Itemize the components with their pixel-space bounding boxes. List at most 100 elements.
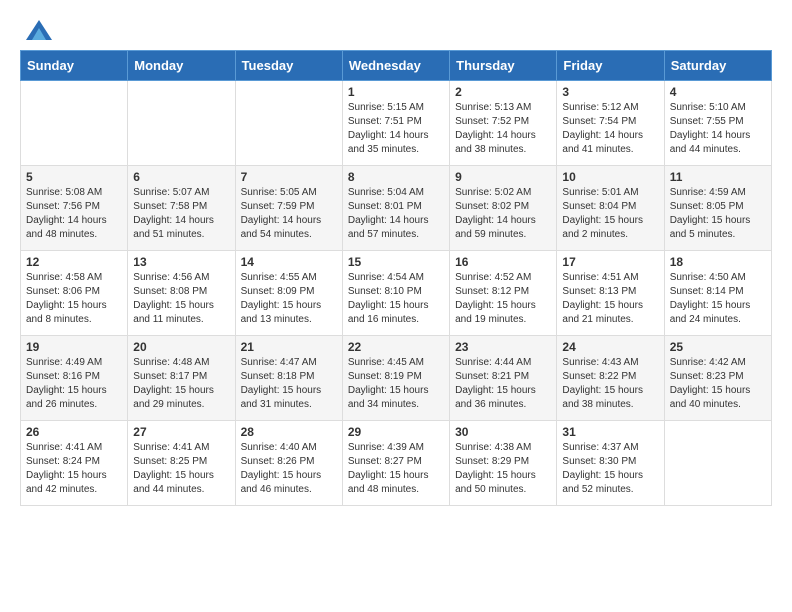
calendar-cell: 15 Sunrise: 4:54 AM Sunset: 8:10 PM Dayli… xyxy=(342,250,449,335)
calendar-cell: 2Sunrise: 5:13 AM Sunset: 7:52 PM Daylig… xyxy=(450,80,557,165)
day-info: Sunrise: 5:02 AM Sunset: 8:02 PM Dayligh… xyxy=(455,186,551,242)
day-info: Sunrise: 4:48 AM Sunset: 8:17 PM Dayligh… xyxy=(133,356,229,412)
calendar-cell: 6 Sunrise: 5:07 AM Sunset: 7:58 PM Daylig… xyxy=(128,165,235,250)
day-number: 27 xyxy=(133,425,229,439)
calendar-cell: 16 Sunrise: 4:52 AM Sunset: 8:12 PM Dayli… xyxy=(450,250,557,335)
day-info: Sunrise: 4:44 AM Sunset: 8:21 PM Dayligh… xyxy=(455,356,551,412)
calendar-week-row: 1 Sunrise: 5:15 AM Sunset: 7:51 PM Daylig… xyxy=(21,80,772,165)
day-number: 17 xyxy=(562,255,658,269)
calendar-cell: 14 Sunrise: 4:55 AM Sunset: 8:09 PM Dayli… xyxy=(235,250,342,335)
day-info: Sunrise: 4:39 AM Sunset: 8:27 PM Dayligh… xyxy=(348,441,444,497)
day-number: 15 xyxy=(348,255,444,269)
calendar-day-header: Monday xyxy=(128,50,235,80)
calendar-header-row: SundayMondayTuesdayWednesdayThursdayFrid… xyxy=(21,50,772,80)
day-number: 13 xyxy=(133,255,229,269)
day-number: 5 xyxy=(26,170,122,184)
day-number: 30 xyxy=(455,425,551,439)
day-info: Sunrise: 4:42 AM Sunset: 8:23 PM Dayligh… xyxy=(670,356,766,412)
day-info: Sunrise: 4:45 AM Sunset: 8:19 PM Dayligh… xyxy=(348,356,444,412)
calendar-week-row: 12 Sunrise: 4:58 AM Sunset: 8:06 PM Dayli… xyxy=(21,250,772,335)
day-info: Sunrise: 4:56 AM Sunset: 8:08 PM Dayligh… xyxy=(133,271,229,327)
calendar-cell xyxy=(235,80,342,165)
day-info: Sunrise: 4:58 AM Sunset: 8:06 PM Dayligh… xyxy=(26,271,122,327)
day-number: 20 xyxy=(133,340,229,354)
calendar-cell: 25 Sunrise: 4:42 AM Sunset: 8:23 PM Dayli… xyxy=(664,335,771,420)
calendar-cell: 28Sunrise: 4:40 AM Sunset: 8:26 PM Dayli… xyxy=(235,420,342,505)
calendar-wrapper: SundayMondayTuesdayWednesdayThursdayFrid… xyxy=(0,50,792,516)
day-info: Sunrise: 4:49 AM Sunset: 8:16 PM Dayligh… xyxy=(26,356,122,412)
calendar-cell: 30 Sunrise: 4:38 AM Sunset: 8:29 PM Dayli… xyxy=(450,420,557,505)
day-info: Sunrise: 4:54 AM Sunset: 8:10 PM Dayligh… xyxy=(348,271,444,327)
calendar-day-header: Tuesday xyxy=(235,50,342,80)
day-number: 23 xyxy=(455,340,551,354)
day-info: Sunrise: 4:40 AM Sunset: 8:26 PM Dayligh… xyxy=(241,441,337,497)
page-header xyxy=(0,0,792,50)
calendar-cell: 7Sunrise: 5:05 AM Sunset: 7:59 PM Daylig… xyxy=(235,165,342,250)
day-info: Sunrise: 5:04 AM Sunset: 8:01 PM Dayligh… xyxy=(348,186,444,242)
day-number: 18 xyxy=(670,255,766,269)
calendar-day-header: Wednesday xyxy=(342,50,449,80)
calendar-cell xyxy=(21,80,128,165)
calendar-cell: 23 Sunrise: 4:44 AM Sunset: 8:21 PM Dayli… xyxy=(450,335,557,420)
day-number: 16 xyxy=(455,255,551,269)
day-number: 1 xyxy=(348,85,444,99)
day-number: 8 xyxy=(348,170,444,184)
day-info: Sunrise: 4:55 AM Sunset: 8:09 PM Dayligh… xyxy=(241,271,337,327)
calendar-cell: 29Sunrise: 4:39 AM Sunset: 8:27 PM Dayli… xyxy=(342,420,449,505)
day-info: Sunrise: 5:08 AM Sunset: 7:56 PM Dayligh… xyxy=(26,186,122,242)
calendar-day-header: Thursday xyxy=(450,50,557,80)
calendar-cell: 1 Sunrise: 5:15 AM Sunset: 7:51 PM Daylig… xyxy=(342,80,449,165)
day-info: Sunrise: 5:01 AM Sunset: 8:04 PM Dayligh… xyxy=(562,186,658,242)
day-info: Sunrise: 5:07 AM Sunset: 7:58 PM Dayligh… xyxy=(133,186,229,242)
day-number: 31 xyxy=(562,425,658,439)
calendar-cell xyxy=(128,80,235,165)
day-info: Sunrise: 4:37 AM Sunset: 8:30 PM Dayligh… xyxy=(562,441,658,497)
calendar-cell xyxy=(664,420,771,505)
day-number: 3 xyxy=(562,85,658,99)
calendar-cell: 24 Sunrise: 4:43 AM Sunset: 8:22 PM Dayli… xyxy=(557,335,664,420)
calendar-cell: 8 Sunrise: 5:04 AM Sunset: 8:01 PM Daylig… xyxy=(342,165,449,250)
calendar-cell: 4 Sunrise: 5:10 AM Sunset: 7:55 PM Daylig… xyxy=(664,80,771,165)
day-info: Sunrise: 4:50 AM Sunset: 8:14 PM Dayligh… xyxy=(670,271,766,327)
calendar-cell: 26Sunrise: 4:41 AM Sunset: 8:24 PM Dayli… xyxy=(21,420,128,505)
calendar-cell: 17 Sunrise: 4:51 AM Sunset: 8:13 PM Dayli… xyxy=(557,250,664,335)
calendar-cell: 3Sunrise: 5:12 AM Sunset: 7:54 PM Daylig… xyxy=(557,80,664,165)
day-info: Sunrise: 5:15 AM Sunset: 7:51 PM Dayligh… xyxy=(348,101,444,157)
calendar-week-row: 19 Sunrise: 4:49 AM Sunset: 8:16 PM Dayli… xyxy=(21,335,772,420)
day-info: Sunrise: 4:52 AM Sunset: 8:12 PM Dayligh… xyxy=(455,271,551,327)
day-number: 12 xyxy=(26,255,122,269)
calendar-table: SundayMondayTuesdayWednesdayThursdayFrid… xyxy=(20,50,772,506)
day-number: 19 xyxy=(26,340,122,354)
day-number: 24 xyxy=(562,340,658,354)
calendar-cell: 20 Sunrise: 4:48 AM Sunset: 8:17 PM Dayli… xyxy=(128,335,235,420)
day-number: 6 xyxy=(133,170,229,184)
calendar-cell: 18 Sunrise: 4:50 AM Sunset: 8:14 PM Dayli… xyxy=(664,250,771,335)
day-info: Sunrise: 4:41 AM Sunset: 8:25 PM Dayligh… xyxy=(133,441,229,497)
day-number: 25 xyxy=(670,340,766,354)
day-number: 21 xyxy=(241,340,337,354)
calendar-day-header: Friday xyxy=(557,50,664,80)
calendar-day-header: Sunday xyxy=(21,50,128,80)
calendar-week-row: 26Sunrise: 4:41 AM Sunset: 8:24 PM Dayli… xyxy=(21,420,772,505)
day-info: Sunrise: 5:10 AM Sunset: 7:55 PM Dayligh… xyxy=(670,101,766,157)
calendar-cell: 31 Sunrise: 4:37 AM Sunset: 8:30 PM Dayli… xyxy=(557,420,664,505)
day-number: 26 xyxy=(26,425,122,439)
calendar-cell: 21Sunrise: 4:47 AM Sunset: 8:18 PM Dayli… xyxy=(235,335,342,420)
day-number: 4 xyxy=(670,85,766,99)
calendar-day-header: Saturday xyxy=(664,50,771,80)
day-number: 7 xyxy=(241,170,337,184)
calendar-cell: 19 Sunrise: 4:49 AM Sunset: 8:16 PM Dayli… xyxy=(21,335,128,420)
calendar-cell: 22 Sunrise: 4:45 AM Sunset: 8:19 PM Dayli… xyxy=(342,335,449,420)
calendar-cell: 10 Sunrise: 5:01 AM Sunset: 8:04 PM Dayli… xyxy=(557,165,664,250)
day-number: 22 xyxy=(348,340,444,354)
day-number: 10 xyxy=(562,170,658,184)
day-info: Sunrise: 4:38 AM Sunset: 8:29 PM Dayligh… xyxy=(455,441,551,497)
calendar-cell: 27 Sunrise: 4:41 AM Sunset: 8:25 PM Dayli… xyxy=(128,420,235,505)
calendar-cell: 13 Sunrise: 4:56 AM Sunset: 8:08 PM Dayli… xyxy=(128,250,235,335)
calendar-cell: 5 Sunrise: 5:08 AM Sunset: 7:56 PM Daylig… xyxy=(21,165,128,250)
day-info: Sunrise: 4:51 AM Sunset: 8:13 PM Dayligh… xyxy=(562,271,658,327)
calendar-week-row: 5 Sunrise: 5:08 AM Sunset: 7:56 PM Daylig… xyxy=(21,165,772,250)
day-info: Sunrise: 4:43 AM Sunset: 8:22 PM Dayligh… xyxy=(562,356,658,412)
day-number: 14 xyxy=(241,255,337,269)
day-info: Sunrise: 4:59 AM Sunset: 8:05 PM Dayligh… xyxy=(670,186,766,242)
